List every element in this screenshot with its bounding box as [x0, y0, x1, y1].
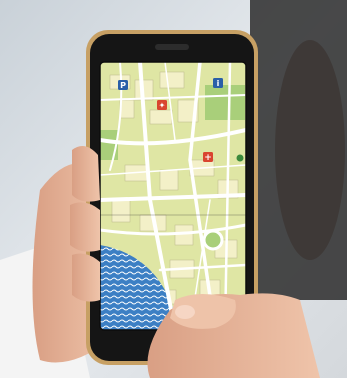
- left-finger: [72, 253, 100, 302]
- map-roundabout: [202, 229, 224, 251]
- svg-text:P: P: [120, 81, 126, 90]
- photo-scene: P i ✦ +: [0, 0, 347, 378]
- parking-icon: P: [118, 80, 128, 90]
- svg-text:✦: ✦: [159, 101, 166, 110]
- phone-speaker: [155, 44, 189, 50]
- svg-text:i: i: [217, 79, 220, 88]
- background-person: [275, 40, 345, 260]
- svg-text:+: +: [204, 153, 212, 163]
- map-screen: P i ✦ +: [100, 62, 246, 330]
- maple-leaf-icon: ✦: [157, 100, 167, 110]
- thumbnail: [175, 305, 195, 319]
- left-finger: [72, 146, 100, 202]
- hospital-cross-icon: +: [203, 152, 213, 163]
- left-finger: [70, 202, 100, 252]
- tree-icon: [236, 154, 244, 162]
- map-park: [205, 85, 245, 120]
- info-icon: i: [213, 78, 223, 88]
